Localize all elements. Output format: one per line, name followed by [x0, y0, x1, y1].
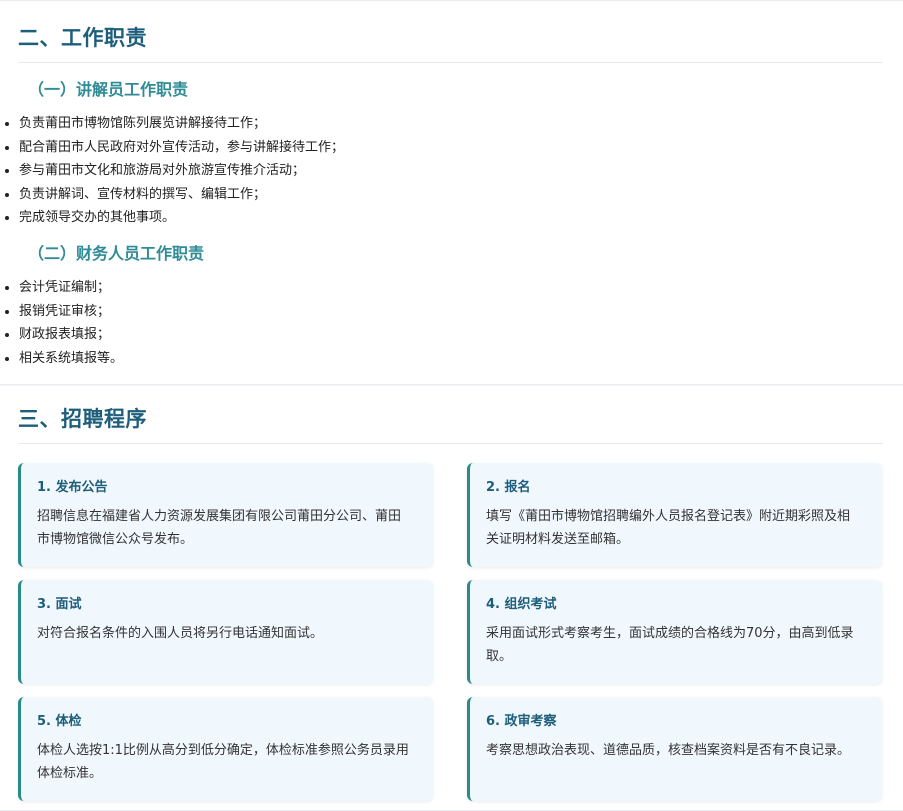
finance-duties-heading: （二）财务人员工作职责 — [28, 244, 205, 263]
step-card-interview: 3. 面试 对符合报名条件的入围人员将另行电话通知面试。 — [18, 580, 433, 684]
recruitment-procedure-divider — [18, 443, 883, 444]
finance-duties-list: 会计凭证编制； 报销凭证审核； 财政报表填报； 相关系统填报等。 — [0, 276, 123, 370]
step-description: 对符合报名条件的入围人员将另行电话通知面试。 — [37, 626, 324, 641]
step-card-announcement: 1. 发布公告 招聘信息在福建省人力资源发展集团有限公司莆田分公司、莆田市博物馆… — [18, 463, 433, 567]
work-duties-section: 二、工作职责 （一）讲解员工作职责 负责莆田市博物馆陈列展览讲解接待工作； 配合… — [0, 0, 903, 385]
step-card-background-review: 6. 政审考察 考察思想政治表现、道德品质，核查档案资料是否有不良记录。 — [467, 697, 882, 801]
finance-duty-item: 财政报表填报； — [19, 323, 123, 347]
work-duties-divider — [18, 62, 883, 63]
step-title: 5. 体检 — [37, 714, 82, 729]
guide-duty-item: 负责讲解词、宣传材料的撰写、编辑工作； — [19, 183, 344, 207]
step-card-registration: 2. 报名 填写《莆田市博物馆招聘编外人员报名登记表》附近期彩照及相关证明材料发… — [467, 463, 882, 567]
step-title: 1. 发布公告 — [37, 480, 108, 495]
guide-duties-heading: （一）讲解员工作职责 — [28, 80, 189, 99]
step-description: 填写《莆田市博物馆招聘编外人员报名登记表》附近期彩照及相关证明材料发送至邮箱。 — [486, 509, 851, 547]
step-title: 4. 组织考试 — [486, 597, 557, 612]
guide-duty-item: 负责莆田市博物馆陈列展览讲解接待工作； — [19, 112, 344, 136]
finance-duty-item: 相关系统填报等。 — [19, 347, 123, 371]
step-description: 考察思想政治表现、道德品质，核查档案资料是否有不良记录。 — [486, 743, 851, 758]
recruitment-procedure-heading: 三、招聘程序 — [18, 407, 147, 431]
step-description: 招聘信息在福建省人力资源发展集团有限公司莆田分公司、莆田市博物馆微信公众号发布。 — [37, 509, 402, 547]
finance-duty-item: 报销凭证审核； — [19, 300, 123, 324]
step-title: 2. 报名 — [486, 480, 531, 495]
step-title: 3. 面试 — [37, 597, 82, 612]
step-card-exam: 4. 组织考试 采用面试形式考察考生，面试成绩的合格线为70分，由高到低录取。 — [467, 580, 882, 684]
step-card-medical-check: 5. 体检 体检人选按1:1比例从高分到低分确定，体检标准参照公务员录用体检标准… — [18, 697, 433, 801]
guide-duty-item: 完成领导交办的其他事项。 — [19, 206, 344, 230]
work-duties-heading: 二、工作职责 — [18, 26, 147, 50]
step-title: 6. 政审考察 — [486, 714, 557, 729]
guide-duty-item: 参与莆田市文化和旅游局对外旅游宣传推介活动； — [19, 159, 344, 183]
finance-duty-item: 会计凭证编制； — [19, 276, 123, 300]
guide-duty-item: 配合莆田市人民政府对外宣传活动，参与讲解接待工作； — [19, 136, 344, 160]
page: 二、工作职责 （一）讲解员工作职责 负责莆田市博物馆陈列展览讲解接待工作； 配合… — [0, 0, 903, 811]
recruitment-procedure-section: 三、招聘程序 1. 发布公告 招聘信息在福建省人力资源发展集团有限公司莆田分公司… — [0, 386, 903, 811]
guide-duties-list: 负责莆田市博物馆陈列展览讲解接待工作； 配合莆田市人民政府对外宣传活动，参与讲解… — [0, 112, 344, 230]
step-description: 体检人选按1:1比例从高分到低分确定，体检标准参照公务员录用体检标准。 — [37, 743, 409, 781]
step-description: 采用面试形式考察考生，面试成绩的合格线为70分，由高到低录取。 — [486, 626, 854, 664]
